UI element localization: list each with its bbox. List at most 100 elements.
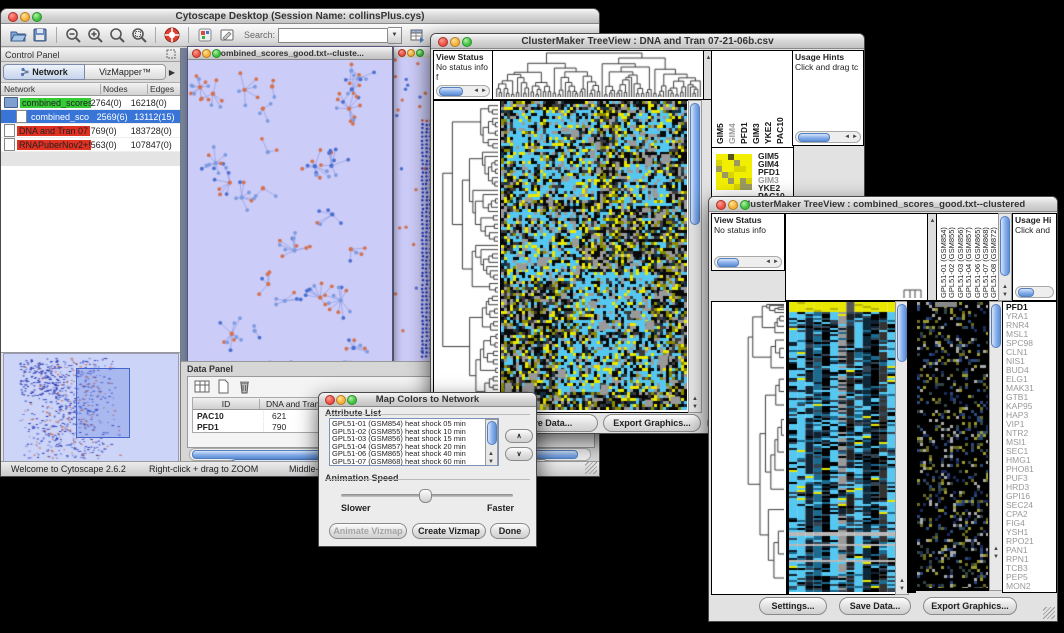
resize-grip[interactable] [585, 462, 597, 474]
create-vizmap-button[interactable]: Create Vizmap [412, 523, 486, 539]
tv1-status-hscroll[interactable]: ◄► [436, 85, 490, 97]
tv2-labels-vscroll[interactable]: ▲ ▼ [998, 213, 1012, 301]
new-attribute-icon[interactable] [215, 379, 232, 394]
animation-slider[interactable] [341, 494, 513, 497]
minimize-icon[interactable] [407, 49, 415, 57]
zoom-window-icon[interactable] [462, 37, 472, 47]
network-table-rows: combined_scores2764(0)16218(0)combined_s… [1, 96, 180, 152]
tab-overflow-icon[interactable]: ▶ [166, 68, 178, 77]
birds-eye-selection[interactable] [76, 368, 130, 438]
tv2-row-dendrogram[interactable] [711, 301, 787, 595]
tv1-row-dendrogram[interactable] [433, 100, 501, 413]
tv2-export-graphics-button[interactable]: Export Graphics... [923, 597, 1017, 615]
tv2-column-dendrogram[interactable] [785, 213, 929, 301]
animate-vizmap-button[interactable]: Animate Vizmap [329, 523, 407, 539]
vizmapper-icon[interactable] [196, 26, 214, 44]
import-table-icon[interactable] [408, 26, 426, 44]
file-icon [4, 138, 15, 151]
save-icon[interactable] [31, 26, 49, 44]
tv2-status-hscroll[interactable]: ◄► [714, 256, 782, 268]
network-table-row[interactable]: combined_scores2764(0)16218(0) [1, 96, 180, 110]
zoom-window-icon[interactable] [416, 49, 424, 57]
zoom-window-icon[interactable] [740, 200, 750, 210]
tv2-save-data-button[interactable]: Save Data... [839, 597, 911, 615]
tv1-column-label: YKE2 [763, 54, 775, 144]
resize-grip[interactable] [1043, 607, 1055, 619]
tv1-export-graphics-button[interactable]: Export Graphics... [603, 414, 701, 432]
status-welcome: Welcome to Cytoscape 2.6.2 [11, 464, 126, 474]
tv2-gene-labels: PFD1YRA1RNR4MSL1SPC98CLN1NIS1BUD4ELG1MAK… [1002, 301, 1057, 593]
map-colors-dialog: Map Colors to Network Attribute List GPL… [318, 392, 537, 547]
attribute-list-item[interactable]: GPL51-07 (GSM868) heat shock 60 min [332, 458, 498, 466]
close-icon[interactable] [716, 200, 726, 210]
tv1-column-dendrogram[interactable] [492, 50, 706, 100]
zoom-fit-icon[interactable] [130, 26, 148, 44]
treeview1-title: ClusterMaker TreeView : DNA and Tran 07-… [521, 36, 773, 47]
done-button[interactable]: Done [490, 523, 530, 539]
annotation-icon[interactable] [218, 26, 236, 44]
tv2-summary-heatmap[interactable] [916, 301, 991, 591]
close-icon[interactable] [438, 37, 448, 47]
tv2-gap [907, 301, 916, 593]
close-icon[interactable] [8, 12, 18, 22]
tv2-column-label: GPL51-04 (GSM857) [964, 216, 972, 298]
network-window-title: combined_scores_good.txt--cluste... [216, 48, 364, 58]
help-icon[interactable] [163, 26, 181, 44]
zoom-window-icon[interactable] [212, 49, 221, 58]
tv2-settings-button[interactable]: Settings... [759, 597, 827, 615]
col-nodes[interactable]: Nodes [101, 84, 148, 94]
network-table-row[interactable]: RNAPuberNov2+!563(0)107847(0) [1, 138, 180, 152]
dialog-title: Map Colors to Network [376, 394, 479, 405]
float-panel-icon[interactable] [166, 49, 176, 61]
tab-vizmapper[interactable]: VizMapper™ [85, 64, 166, 80]
tv1-view-status: View StatusNo status info f ◄► [433, 50, 493, 100]
tv1-heatmap[interactable] [500, 100, 690, 413]
zoom-selected-icon[interactable] [108, 26, 126, 44]
tv2-hints-hscroll[interactable] [1015, 286, 1054, 298]
search-dropdown-icon[interactable]: ▼ [388, 27, 402, 44]
tv1-column-label: GIM3 [751, 54, 763, 144]
minimize-icon[interactable] [20, 12, 30, 22]
close-icon[interactable] [325, 395, 335, 405]
close-icon[interactable] [192, 49, 201, 58]
file-icon [4, 124, 15, 137]
tv1-summary-heatmap[interactable] [716, 154, 752, 190]
close-icon[interactable] [398, 49, 406, 57]
minimize-icon[interactable] [202, 49, 211, 58]
search-input[interactable] [278, 28, 388, 43]
birds-eye-view[interactable] [3, 353, 179, 467]
tv1-hints-hscroll[interactable]: ◄► [795, 131, 861, 143]
zoom-window-icon[interactable] [347, 395, 357, 405]
status-hint-pan: Middle- [289, 464, 319, 474]
tv2-column-labels: GPL51-01 (GSM854)GPL51-02 (GSM855)GPL51-… [936, 213, 1000, 301]
tv1-heatmap-vscroll[interactable]: ▲ ▼ [688, 100, 702, 413]
move-up-button[interactable]: ∧ [505, 429, 533, 443]
tv2-heatmap[interactable] [787, 301, 898, 595]
tv1-column-label: PFD1 [739, 54, 751, 144]
minimize-icon[interactable] [450, 37, 460, 47]
minimize-icon[interactable] [336, 395, 346, 405]
attribute-select-icon[interactable] [194, 379, 211, 394]
col-network[interactable]: Network [1, 84, 101, 94]
col-edges[interactable]: Edges [148, 84, 174, 94]
faster-label: Faster [487, 503, 514, 513]
status-hint-zoom: Right-click + drag to ZOOM [149, 464, 258, 474]
open-file-icon[interactable] [9, 26, 27, 44]
delete-attribute-icon[interactable] [236, 379, 253, 394]
tv1-column-label: GIM4 [727, 54, 739, 144]
attribute-list-vscroll[interactable]: ▲ ▼ [485, 419, 498, 466]
tv1-column-label: GIM5 [715, 54, 727, 144]
slider-thumb[interactable] [419, 489, 432, 503]
network-table-row[interactable]: combined_sco2569(6)13112(15) [1, 110, 180, 124]
tv2-column-label: GPL51-02 (GSM855) [947, 216, 955, 298]
zoom-out-icon[interactable] [64, 26, 82, 44]
zoom-in-icon[interactable] [86, 26, 104, 44]
zoom-window-icon[interactable] [32, 12, 42, 22]
minimize-icon[interactable] [728, 200, 738, 210]
network-table-row[interactable]: DNA and Tran 07769(0)183728(0) [1, 124, 180, 138]
data-col-id[interactable]: ID [193, 399, 260, 409]
tv2-summary-vscroll[interactable]: ▲ ▼ [989, 301, 1003, 591]
move-down-button[interactable]: ∨ [505, 447, 533, 461]
tab-network[interactable]: Network [3, 64, 85, 80]
attribute-list[interactable]: GPL51-01 (GSM854) heat shock 05 minGPL51… [329, 418, 499, 466]
